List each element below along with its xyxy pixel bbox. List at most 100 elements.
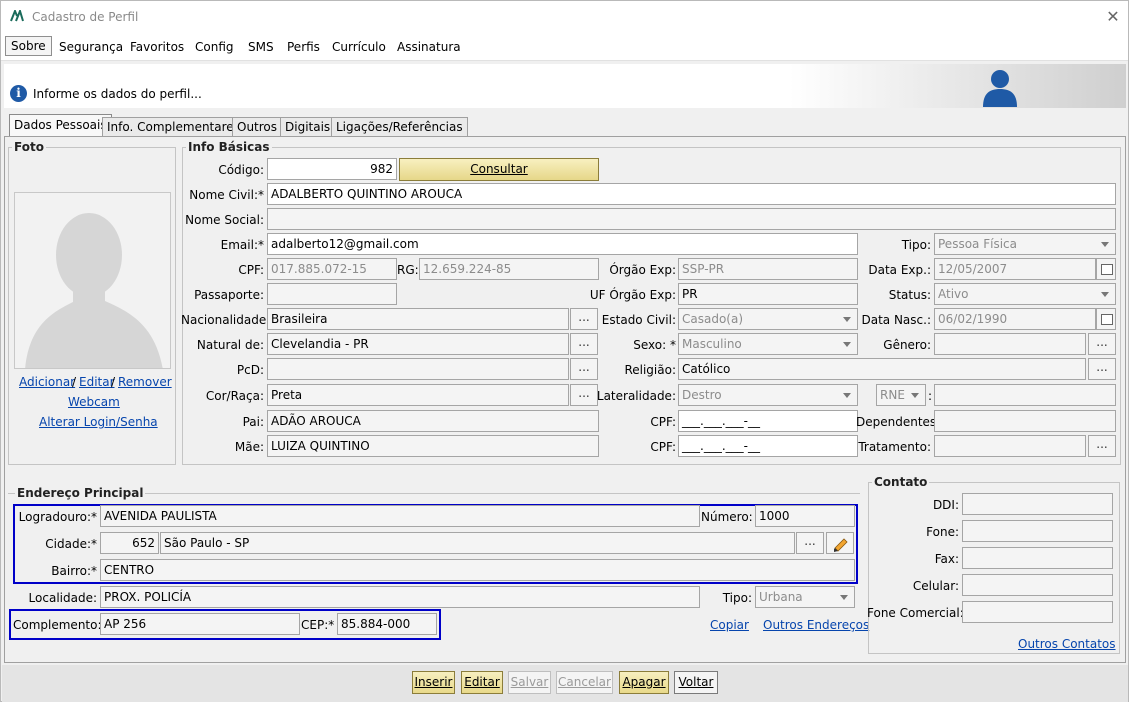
- menu-favoritos[interactable]: Favoritos: [130, 40, 184, 54]
- fone-comercial-label: Fone Comercial:: [867, 606, 964, 620]
- tab-info-complementares[interactable]: Info. Complementares: [102, 117, 245, 136]
- nome-social-field[interactable]: [267, 208, 1116, 230]
- cidade-code-field[interactable]: 652: [100, 532, 159, 554]
- religiao-field[interactable]: Católico: [678, 358, 1086, 380]
- foto-separator: /: [111, 375, 116, 389]
- passaporte-field[interactable]: [267, 283, 397, 305]
- close-icon[interactable]: ✕: [1102, 6, 1124, 28]
- person-silhouette-icon: [25, 213, 163, 368]
- webcam-link[interactable]: Webcam: [68, 395, 120, 409]
- outros-contatos-link[interactable]: Outros Contatos: [1018, 637, 1116, 651]
- menu-curriculo[interactable]: Currículo: [332, 40, 386, 54]
- cor-raca-label: Cor/Raça:: [205, 389, 264, 403]
- calendar-icon[interactable]: [1096, 308, 1116, 330]
- dependentes-field[interactable]: [934, 410, 1116, 432]
- genero-field[interactable]: [934, 333, 1086, 355]
- menu-sobre[interactable]: Sobre: [5, 36, 52, 56]
- status-select[interactable]: Ativo: [934, 283, 1116, 305]
- endereco-tipo-select[interactable]: Urbana: [755, 586, 855, 608]
- orgao-exp-field[interactable]: SSP-PR: [678, 258, 858, 280]
- data-nasc-field[interactable]: 06/02/1990: [934, 308, 1096, 330]
- estado-civil-select[interactable]: Casado(a): [678, 308, 858, 330]
- cidade-field[interactable]: São Paulo - SP: [160, 532, 795, 554]
- menu-sms[interactable]: SMS: [248, 40, 274, 54]
- fax-label: Fax:: [934, 552, 959, 566]
- menu-config[interactable]: Config: [195, 40, 234, 54]
- cpf-mae-label: CPF:: [650, 440, 676, 454]
- menu-assinatura[interactable]: Assinatura: [397, 40, 461, 54]
- pcd-lookup-button[interactable]: ...: [570, 358, 598, 380]
- mae-field[interactable]: LUIZA QUINTINO: [267, 435, 599, 457]
- cor-raca-field[interactable]: Preta: [267, 384, 569, 406]
- sexo-select[interactable]: Masculino: [678, 333, 858, 355]
- consultar-button[interactable]: Consultar: [399, 158, 599, 181]
- bairro-field[interactable]: CENTRO: [100, 559, 855, 581]
- nome-civil-field[interactable]: ADALBERTO QUINTINO AROUCA: [267, 183, 1116, 205]
- nacionalidade-lookup-button[interactable]: ...: [570, 308, 598, 330]
- foto-remove-link[interactable]: Remover: [118, 375, 172, 389]
- natural-label: Natural de:: [196, 338, 264, 352]
- sexo-label: Sexo: *: [633, 338, 676, 352]
- rg-field[interactable]: 12.659.224-85: [419, 258, 599, 280]
- menu-seguranca[interactable]: Segurança: [59, 40, 123, 54]
- tab-dados-pessoais[interactable]: Dados Pessoais: [9, 114, 112, 137]
- rne-field[interactable]: [934, 384, 1116, 406]
- profile-photo[interactable]: [14, 192, 171, 369]
- calendar-icon[interactable]: [1096, 258, 1116, 280]
- numero-field[interactable]: 1000: [755, 505, 855, 527]
- contato-title: Contato: [872, 475, 930, 489]
- salvar-button[interactable]: Salvar: [508, 671, 551, 694]
- rne-select[interactable]: RNE: [876, 384, 926, 406]
- voltar-button[interactable]: Voltar: [674, 671, 718, 694]
- apagar-button[interactable]: Apagar: [619, 671, 669, 694]
- pcd-field[interactable]: [267, 358, 569, 380]
- logradouro-field[interactable]: AVENIDA PAULISTA: [100, 505, 700, 527]
- cep-label: CEP:*: [301, 618, 335, 632]
- cancelar-button[interactable]: Cancelar: [556, 671, 613, 694]
- fax-field[interactable]: [962, 547, 1113, 569]
- editar-button[interactable]: Editar: [461, 671, 503, 694]
- fone-field[interactable]: [962, 520, 1113, 542]
- copiar-link[interactable]: Copiar: [710, 618, 749, 632]
- cpf-field[interactable]: 017.885.072-15: [267, 258, 397, 280]
- complemento-label: Complemento:: [13, 618, 102, 632]
- codigo-field[interactable]: 982: [267, 158, 397, 180]
- menu-perfis[interactable]: Perfis: [287, 40, 320, 54]
- tab-digitais[interactable]: Digitais: [280, 117, 336, 136]
- uf-orgao-field[interactable]: PR: [678, 283, 858, 305]
- genero-lookup-button[interactable]: ...: [1088, 333, 1116, 355]
- cpf-pai-field[interactable]: ___.___.___-__: [678, 410, 858, 432]
- lateralidade-select[interactable]: Destro: [678, 384, 858, 406]
- outros-enderecos-link[interactable]: Outros Endereços: [763, 618, 869, 632]
- natural-field[interactable]: Clevelandia - PR: [267, 333, 569, 355]
- data-exp-field[interactable]: 12/05/2007: [934, 258, 1096, 280]
- dependentes-label: Dependentes:: [856, 415, 941, 429]
- cidade-lookup-button[interactable]: ...: [796, 532, 824, 554]
- cpf-mae-field[interactable]: ___.___.___-__: [678, 435, 858, 457]
- fone-comercial-field[interactable]: [962, 601, 1113, 623]
- passaporte-label: Passaporte:: [194, 288, 264, 302]
- tratamento-lookup-button[interactable]: ...: [1088, 435, 1116, 457]
- religiao-lookup-button[interactable]: ...: [1088, 358, 1116, 380]
- nacionalidade-field[interactable]: Brasileira: [267, 308, 569, 330]
- tratamento-field[interactable]: [934, 435, 1086, 457]
- ddi-field[interactable]: [962, 493, 1113, 515]
- celular-field[interactable]: [962, 574, 1113, 596]
- cep-field[interactable]: 85.884-000: [337, 613, 437, 635]
- pencil-edit-icon[interactable]: [826, 532, 854, 554]
- foto-edit-link[interactable]: Editar: [79, 375, 115, 389]
- cpf-pai-label: CPF:: [650, 415, 676, 429]
- complemento-field[interactable]: AP 256: [100, 613, 300, 635]
- natural-lookup-button[interactable]: ...: [570, 333, 598, 355]
- localidade-field[interactable]: PROX. POLICÍA: [100, 586, 700, 608]
- tab-ligacoes-referencias[interactable]: Ligações/Referências: [331, 117, 468, 136]
- alter-login-link[interactable]: Alterar Login/Senha: [39, 415, 158, 429]
- estado-civil-label: Estado Civil:: [601, 313, 676, 327]
- tipo-select[interactable]: Pessoa Física: [934, 233, 1116, 255]
- tab-outros[interactable]: Outros: [232, 117, 283, 136]
- inserir-button[interactable]: Inserir: [412, 671, 455, 694]
- foto-add-link[interactable]: Adicionar: [19, 375, 75, 389]
- email-field[interactable]: adalberto12@gmail.com: [267, 233, 858, 255]
- localidade-label: Localidade:: [28, 591, 97, 605]
- pai-field[interactable]: ADÃO AROUCA: [267, 410, 599, 432]
